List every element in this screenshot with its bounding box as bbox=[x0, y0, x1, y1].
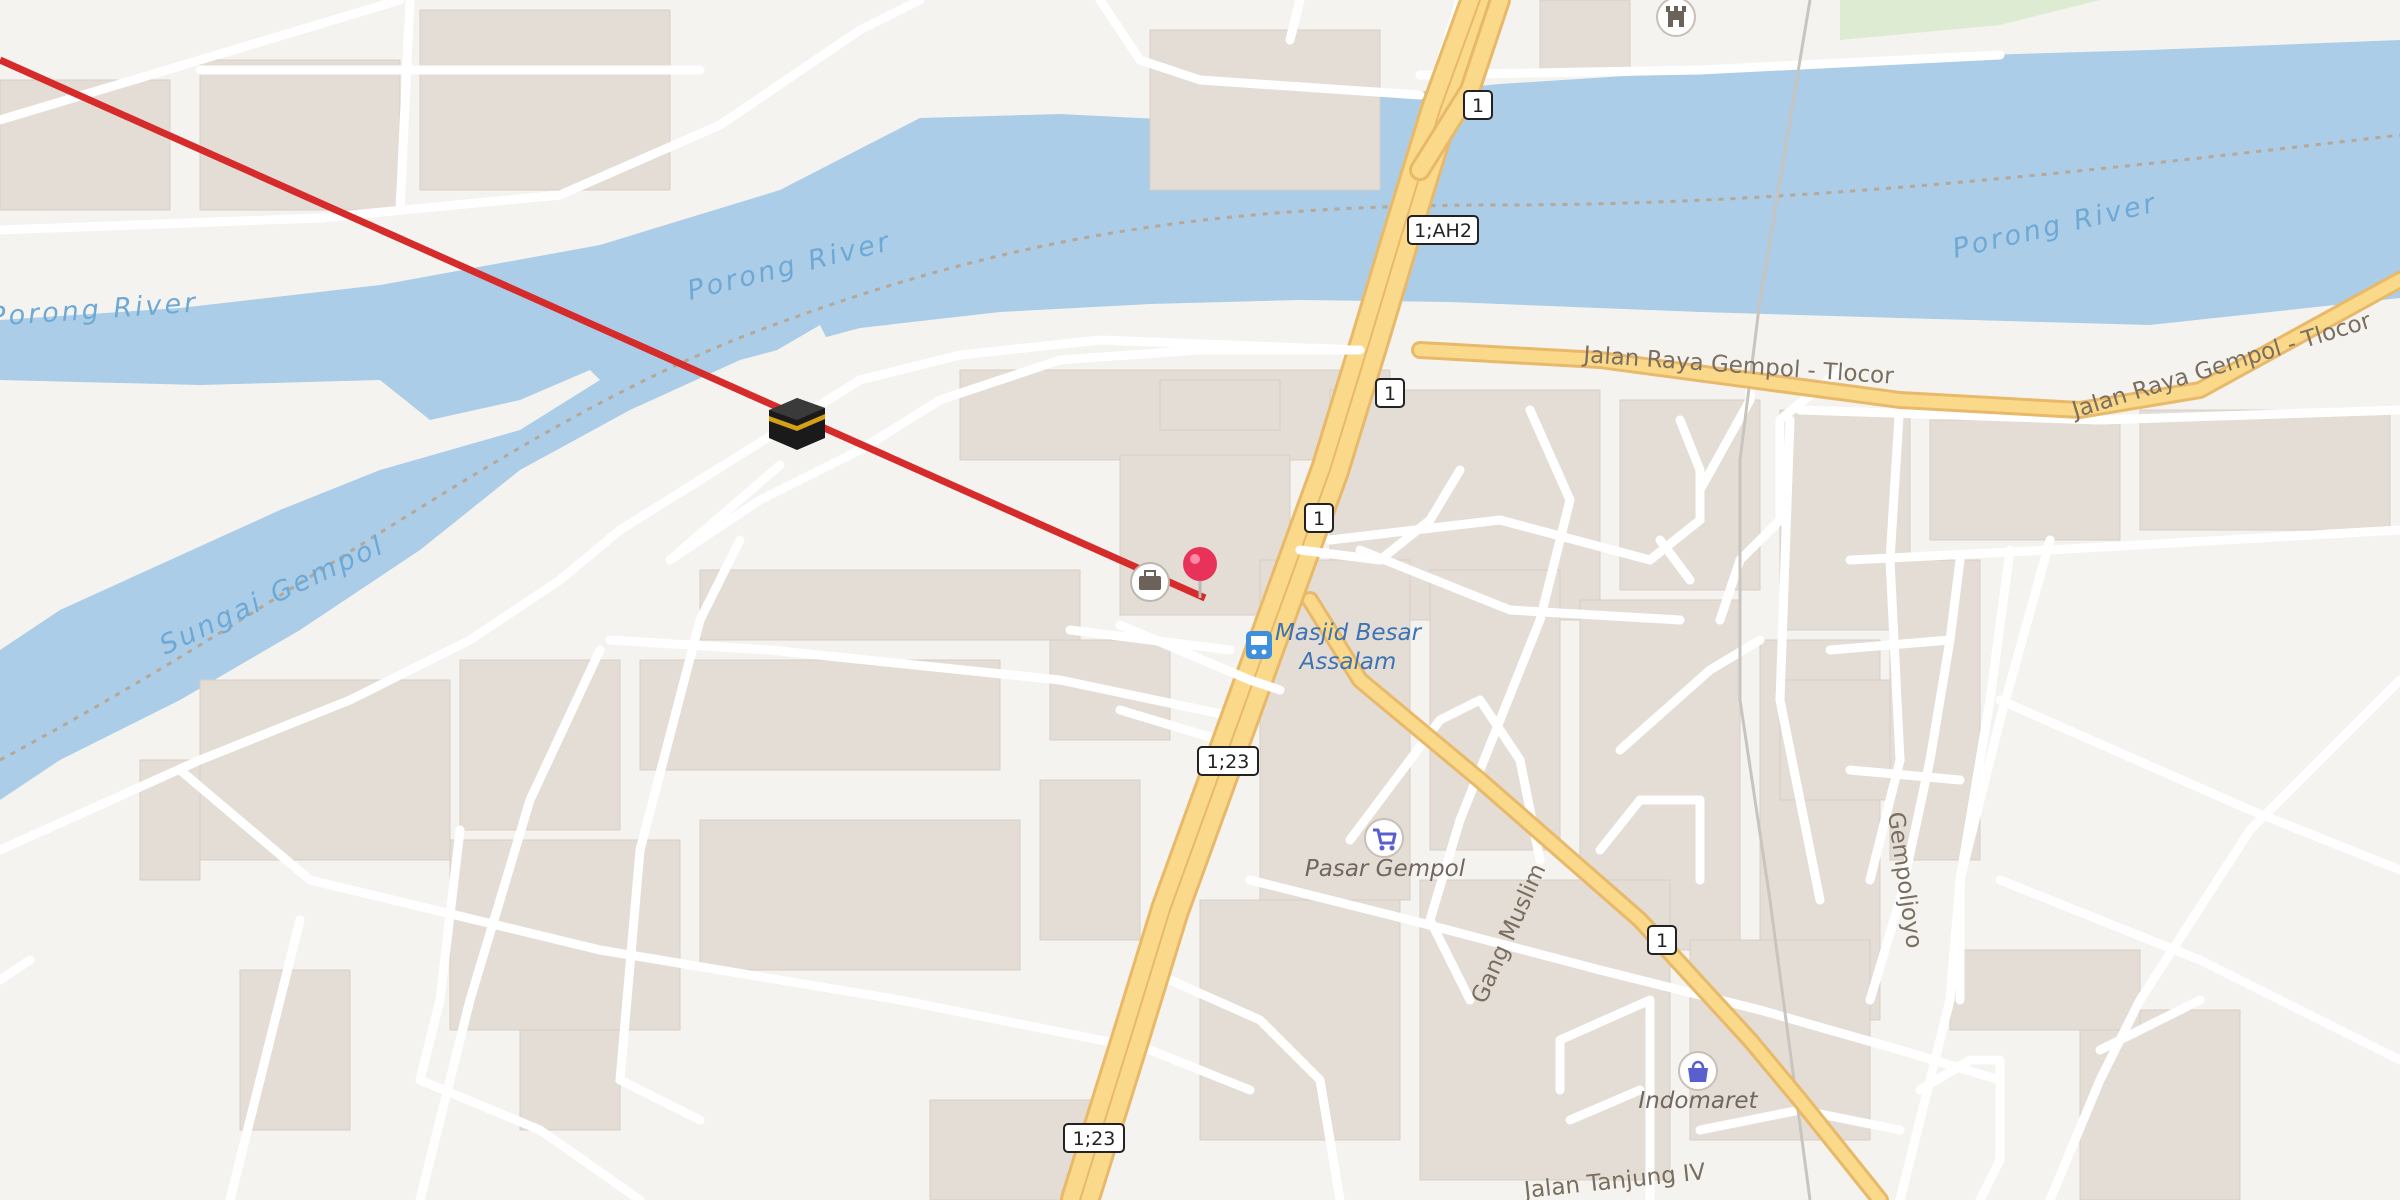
svg-text:1: 1 bbox=[1472, 95, 1484, 117]
shopping-cart-icon[interactable] bbox=[1364, 818, 1404, 858]
route-shield: 1 bbox=[1304, 503, 1334, 533]
route-shield: 1;AH2 bbox=[1407, 215, 1479, 245]
svg-text:1;23: 1;23 bbox=[1073, 1128, 1116, 1150]
svg-text:1: 1 bbox=[1313, 508, 1325, 530]
poi-label-store[interactable]: Indomaret bbox=[1638, 1088, 1758, 1114]
castle-icon[interactable] bbox=[1656, 0, 1696, 37]
luggage-icon[interactable] bbox=[1130, 562, 1170, 602]
route-shield: 1 bbox=[1375, 378, 1405, 408]
map-canvas[interactable]: Porong River Porong River Porong River S… bbox=[0, 0, 2400, 1200]
poi-label-market[interactable]: Pasar Gempol bbox=[1305, 856, 1466, 882]
bus-stop-icon[interactable] bbox=[1246, 631, 1272, 659]
route-shield: 1 bbox=[1647, 925, 1677, 955]
route-shield: 1;23 bbox=[1197, 746, 1259, 776]
svg-text:1: 1 bbox=[1656, 930, 1668, 952]
poi-label-mosque[interactable]: Assalam bbox=[1298, 649, 1397, 675]
route-shield: 1;23 bbox=[1063, 1123, 1125, 1153]
route-shield: 1 bbox=[1463, 90, 1493, 120]
svg-text:1;23: 1;23 bbox=[1207, 751, 1250, 773]
svg-text:1;AH2: 1;AH2 bbox=[1414, 220, 1472, 242]
poi-label-mosque[interactable]: Masjid Besar bbox=[1275, 620, 1423, 646]
shopping-bag-icon[interactable] bbox=[1678, 1051, 1718, 1091]
svg-text:1: 1 bbox=[1384, 383, 1396, 405]
